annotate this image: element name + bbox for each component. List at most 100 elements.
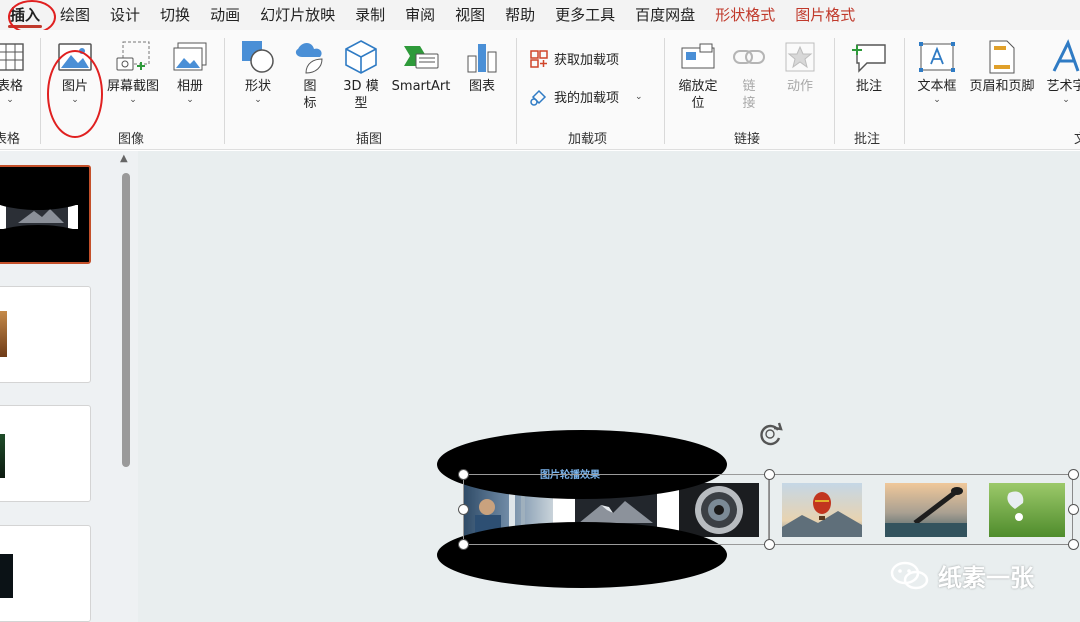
chevron-down-icon: ⌄ [635,91,643,102]
thumbnail-scrollbar-thumb[interactable] [122,173,130,467]
slide-thumbnail-4[interactable] [0,525,91,622]
zoom-label-2: 位 [691,96,705,111]
smartart-button[interactable]: SmartArt [388,38,454,95]
resize-handle[interactable] [1068,539,1079,550]
chevron-down-icon: ⌄ [254,95,262,105]
menu-tab-12[interactable]: 形状格式 [705,0,785,30]
slide-thumbnail-3-preview [0,434,5,478]
wechat-icon [890,560,930,592]
smartart-label: SmartArt [391,79,451,94]
3d-model-button[interactable]: 3D 模 型 [338,38,384,112]
comment-button[interactable]: 批注 [846,38,892,95]
bar-chart-icon [465,38,499,76]
menu-tab-7[interactable]: 审阅 [395,0,445,30]
action-label: 动作 [786,79,813,94]
resize-handle[interactable] [764,539,775,550]
menu-tab-13[interactable]: 图片格式 [785,0,865,30]
rotate-handle-icon[interactable] [756,420,786,452]
group-label-addins: 加载项 [568,132,608,147]
smartart-icon [402,38,440,76]
textbox-button[interactable]: 文本框 ⌄ [912,38,962,105]
link-label-1: 链 [742,79,756,94]
chevron-down-icon: ⌄ [6,95,14,105]
chevron-down-icon: ⌄ [1062,95,1070,105]
shapes-icon [240,38,276,76]
slide-thumbnail-1-preview [0,167,89,262]
chevron-down-icon: ⌄ [129,95,137,105]
slide-thumbnail-2[interactable] [0,286,91,383]
3d-model-label-2: 型 [354,96,368,111]
menu-tab-5[interactable]: 幻灯片放映 [250,0,345,30]
comment-icon [851,38,887,76]
wordart-button[interactable]: 艺术字 ⌄ [1044,38,1080,105]
image-group-selection-outline [769,474,1073,545]
picture-button[interactable]: 图片 ⌄ [52,38,98,105]
link-icon [732,38,766,76]
shapes-label: 形状 [244,79,271,94]
resize-handle[interactable] [1068,469,1079,480]
header-footer-button[interactable]: 页眉和页脚 [964,38,1040,95]
resize-handle[interactable] [458,539,469,550]
shapes-button[interactable]: 形状 ⌄ [236,38,280,105]
picture-label: 图片 [61,79,88,94]
resize-handle[interactable] [458,469,469,480]
watermark-text: 纸素一张 [938,564,1034,592]
ribbon-separator [516,38,517,144]
icons-button[interactable]: 图 标 [288,38,332,112]
resize-handle[interactable] [1068,504,1079,515]
menu-tab-4[interactable]: 动画 [200,0,250,30]
my-addins-icon [530,88,548,106]
header-footer-icon [987,38,1017,76]
group-label-image: 图像 [118,132,145,147]
scroll-up-icon[interactable]: ▲ [120,153,128,164]
cube-icon [343,38,379,76]
screenshot-icon [113,38,153,76]
menu-tab-11[interactable]: 百度网盘 [625,0,705,30]
wordart-icon [1048,38,1080,76]
menu-tab-0[interactable]: 插入 [0,0,50,30]
ribbon-separator [224,38,225,144]
menu-tab-1[interactable]: 绘图 [50,0,100,30]
star-icon [784,38,816,76]
header-footer-label: 页眉和页脚 [969,79,1035,94]
slide-thumbnail-1[interactable] [0,165,91,264]
album-label: 相册 [176,79,203,94]
ribbon-separator [834,38,835,144]
icons-label-1: 图 [303,79,317,94]
slide-thumbnail-3[interactable] [0,405,91,502]
resize-handle[interactable] [458,504,469,515]
resize-handle[interactable] [764,469,775,480]
watermark: 纸素一张 [890,558,1034,593]
table-button[interactable]: 表格 ⌄ [0,38,28,105]
screenshot-button[interactable]: 屏幕截图 ⌄ [104,38,162,105]
zoom-label-1: 缩放定 [678,79,718,94]
menu-tab-9[interactable]: 帮助 [495,0,545,30]
ribbon: 表格 ⌄ 表格 图片 ⌄ 屏幕截图 ⌄ 相册 ⌄ 图像 形状 ⌄ 图 标 3D … [0,30,1080,150]
link-button[interactable]: 链 接 [730,38,768,112]
get-addins-button[interactable]: 获取加载项 [530,49,619,68]
zoom-button[interactable]: 缩放定 位 [672,38,724,112]
icons-icon [292,38,328,76]
addins-grid-icon [530,49,548,68]
ribbon-separator [40,38,41,144]
menu-tab-10[interactable]: 更多工具 [545,0,625,30]
icons-label-2: 标 [303,96,317,111]
picture-icon [57,38,93,76]
my-addins-button[interactable]: 我的加载项 ⌄ [530,87,643,106]
group-label-illustration: 插图 [356,132,383,147]
group-label-links: 链接 [734,132,761,147]
action-button[interactable]: 动作 [780,38,820,95]
3d-model-label-1: 3D 模 [343,79,379,94]
menu-tab-6[interactable]: 录制 [345,0,395,30]
ribbon-separator [904,38,905,144]
slide-thumbnail-4-preview [0,554,13,598]
menu-tab-2[interactable]: 设计 [100,0,150,30]
screenshot-label: 屏幕截图 [106,79,159,94]
group-label-comment: 批注 [854,132,881,147]
photo-album-button[interactable]: 相册 ⌄ [168,38,212,105]
menu-tab-8[interactable]: 视图 [445,0,495,30]
my-addins-label: 我的加载项 [554,91,620,106]
chart-button[interactable]: 图表 [460,38,504,95]
table-icon [0,38,24,76]
menu-tab-3[interactable]: 切换 [150,0,200,30]
